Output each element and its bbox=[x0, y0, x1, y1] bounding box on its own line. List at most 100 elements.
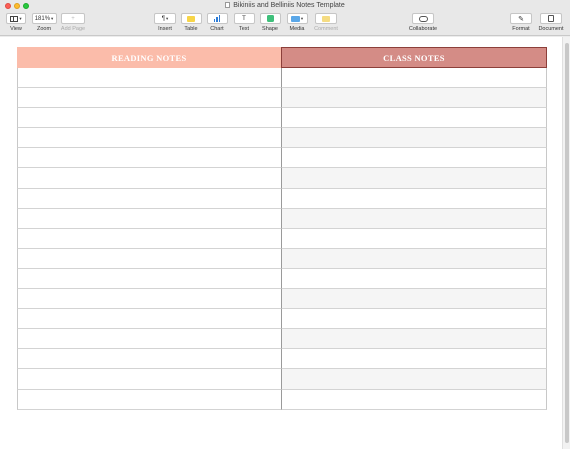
class-notes-cell[interactable] bbox=[281, 289, 547, 310]
chart-label: Chart bbox=[210, 26, 224, 32]
table-button[interactable]: Table bbox=[180, 13, 202, 32]
class-notes-cell[interactable] bbox=[281, 228, 547, 249]
reading-notes-cell[interactable] bbox=[17, 148, 281, 169]
window-title: Bikiniis and Belliniis Notes Template bbox=[233, 2, 345, 9]
paragraph-icon: ¶ bbox=[161, 15, 165, 22]
class-notes-cell[interactable] bbox=[281, 268, 547, 290]
reading-notes-cell[interactable] bbox=[17, 208, 281, 229]
reading-notes-cell[interactable] bbox=[17, 389, 281, 410]
class-notes-cell[interactable] bbox=[281, 208, 547, 229]
reading-notes-cell[interactable] bbox=[17, 369, 281, 390]
table-rows bbox=[17, 68, 547, 410]
scrollbar-thumb[interactable] bbox=[565, 43, 569, 443]
class-notes-cell[interactable] bbox=[281, 329, 547, 350]
table-row bbox=[17, 248, 547, 269]
reading-notes-cell[interactable] bbox=[17, 248, 281, 269]
vertical-scrollbar[interactable] bbox=[562, 37, 570, 449]
reading-notes-cell[interactable] bbox=[17, 309, 281, 330]
add-page-button[interactable]: + Add Page bbox=[59, 13, 87, 32]
zoom-select[interactable]: 181% ▾ Zoom bbox=[31, 13, 57, 32]
table-row bbox=[17, 168, 547, 189]
view-label: View bbox=[10, 26, 22, 32]
table-row bbox=[17, 349, 547, 370]
class-notes-cell[interactable] bbox=[281, 309, 547, 330]
text-button[interactable]: T Text bbox=[233, 13, 255, 32]
reading-notes-cell[interactable] bbox=[17, 188, 281, 209]
table-row bbox=[17, 228, 547, 249]
chevron-down-icon: ▾ bbox=[300, 15, 304, 21]
shape-button[interactable]: Shape bbox=[259, 13, 281, 32]
chart-button[interactable]: Chart bbox=[206, 13, 228, 32]
collaborate-icon bbox=[418, 15, 428, 22]
class-notes-cell[interactable] bbox=[281, 349, 547, 370]
class-notes-cell[interactable] bbox=[281, 108, 547, 129]
reading-notes-cell[interactable] bbox=[17, 329, 281, 350]
table-row bbox=[17, 309, 547, 330]
chevron-down-icon: ▾ bbox=[51, 15, 54, 21]
class-notes-header[interactable]: CLASS NOTES bbox=[281, 47, 547, 68]
table-row bbox=[17, 389, 547, 410]
shape-label: Shape bbox=[262, 26, 278, 32]
reading-notes-header[interactable]: READING NOTES bbox=[17, 47, 281, 68]
collaborate-label: Collaborate bbox=[408, 26, 438, 32]
reading-notes-cell[interactable] bbox=[17, 88, 281, 109]
format-label: Format bbox=[512, 26, 530, 32]
table-row bbox=[17, 108, 547, 129]
reading-notes-cell[interactable] bbox=[17, 349, 281, 370]
class-notes-cell[interactable] bbox=[281, 88, 547, 109]
toolbar: ▾ View 181% ▾ Zoom + Add Page ¶ ▾ Insert T… bbox=[0, 12, 570, 36]
table-row bbox=[17, 68, 547, 89]
reading-notes-cell[interactable] bbox=[17, 228, 281, 249]
class-notes-cell[interactable] bbox=[281, 148, 547, 169]
document-button[interactable]: Document bbox=[536, 13, 566, 32]
view-button[interactable]: ▾ View bbox=[5, 13, 27, 32]
class-notes-cell[interactable] bbox=[281, 389, 547, 410]
shape-icon bbox=[266, 15, 274, 22]
comment-button[interactable]: Comment bbox=[312, 13, 340, 32]
text-icon: T bbox=[242, 15, 246, 22]
table-row bbox=[17, 208, 547, 229]
table-row bbox=[17, 128, 547, 149]
title-bar: Bikiniis and Belliniis Notes Template bbox=[0, 0, 570, 12]
class-notes-cell[interactable] bbox=[281, 168, 547, 189]
table-row bbox=[17, 148, 547, 169]
chevron-down-icon: ▾ bbox=[19, 15, 22, 21]
table-row bbox=[17, 88, 547, 109]
table-label: Table bbox=[184, 26, 198, 32]
chart-icon bbox=[213, 15, 221, 22]
chevron-down-icon: ▾ bbox=[165, 15, 169, 21]
table-row bbox=[17, 329, 547, 350]
class-notes-cell[interactable] bbox=[281, 248, 547, 269]
comment-label: Comment bbox=[314, 26, 338, 32]
format-button[interactable]: ✎ Format bbox=[509, 13, 533, 32]
table-icon bbox=[187, 15, 195, 22]
view-icon bbox=[10, 15, 19, 22]
class-notes-cell[interactable] bbox=[281, 68, 547, 89]
format-brush-icon: ✎ bbox=[518, 15, 524, 23]
reading-notes-cell[interactable] bbox=[17, 168, 281, 189]
reading-notes-cell[interactable] bbox=[17, 128, 281, 149]
media-button[interactable]: ▾ Media bbox=[286, 13, 308, 32]
table-row bbox=[17, 188, 547, 209]
text-label: Text bbox=[238, 26, 250, 32]
reading-notes-cell[interactable] bbox=[17, 289, 281, 310]
media-label: Media bbox=[289, 26, 305, 32]
insert-button[interactable]: ¶ ▾ Insert bbox=[153, 13, 177, 32]
reading-notes-cell[interactable] bbox=[17, 268, 281, 290]
table-row bbox=[17, 289, 547, 310]
reading-notes-cell[interactable] bbox=[17, 108, 281, 129]
document-label: Document bbox=[538, 26, 564, 32]
class-notes-cell[interactable] bbox=[281, 188, 547, 209]
media-icon bbox=[290, 15, 300, 22]
class-notes-cell[interactable] bbox=[281, 128, 547, 149]
table-row bbox=[17, 369, 547, 390]
window-title-container: Bikiniis and Belliniis Notes Template bbox=[0, 1, 570, 11]
insert-label: Insert bbox=[158, 26, 172, 32]
reading-notes-cell[interactable] bbox=[17, 68, 281, 89]
class-notes-cell[interactable] bbox=[281, 369, 547, 390]
comment-icon bbox=[322, 15, 330, 22]
add-page-icon: + bbox=[71, 15, 75, 22]
collaborate-button[interactable]: Collaborate bbox=[406, 13, 440, 32]
zoom-value: 181% bbox=[34, 15, 51, 22]
zoom-label: Zoom bbox=[36, 26, 52, 32]
